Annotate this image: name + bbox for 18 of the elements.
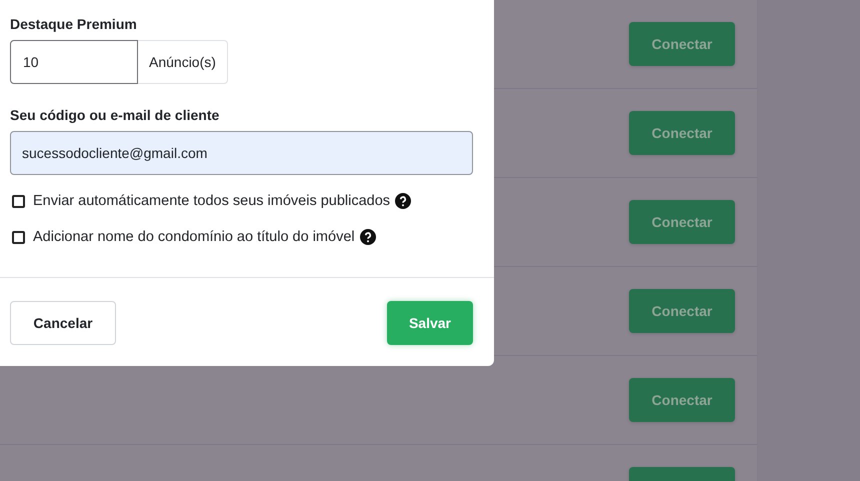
- field-label: Destaque Premium: [10, 16, 137, 33]
- number-field[interactable]: 10: [10, 40, 138, 84]
- cancel-button[interactable]: Cancelar: [10, 301, 116, 345]
- email-field[interactable]: sucessodocliente@gmail.com: [10, 131, 473, 175]
- connect-button[interactable]: Conectar: [629, 200, 735, 244]
- connect-button[interactable]: Conectar: [629, 22, 735, 66]
- checkbox[interactable]: [12, 194, 25, 208]
- unit-addon: Anúncio(s): [138, 40, 228, 84]
- checkbox[interactable]: [12, 230, 25, 244]
- connect-button[interactable]: Conectar: [629, 289, 735, 333]
- connect-button[interactable]: Conectar: [629, 111, 735, 155]
- option-label: Adicionar nome do condomínio ao título do imóvel: [33, 229, 355, 245]
- field-label: Seu código ou e-mail de cliente: [10, 107, 220, 124]
- help-icon[interactable]: [360, 229, 376, 245]
- connect-button[interactable]: Conectar: [629, 378, 735, 422]
- save-button[interactable]: Salvar: [387, 301, 473, 345]
- help-icon[interactable]: [395, 193, 412, 209]
- option-label: Enviar automáticamente todos seus imóveis publicados: [33, 193, 390, 209]
